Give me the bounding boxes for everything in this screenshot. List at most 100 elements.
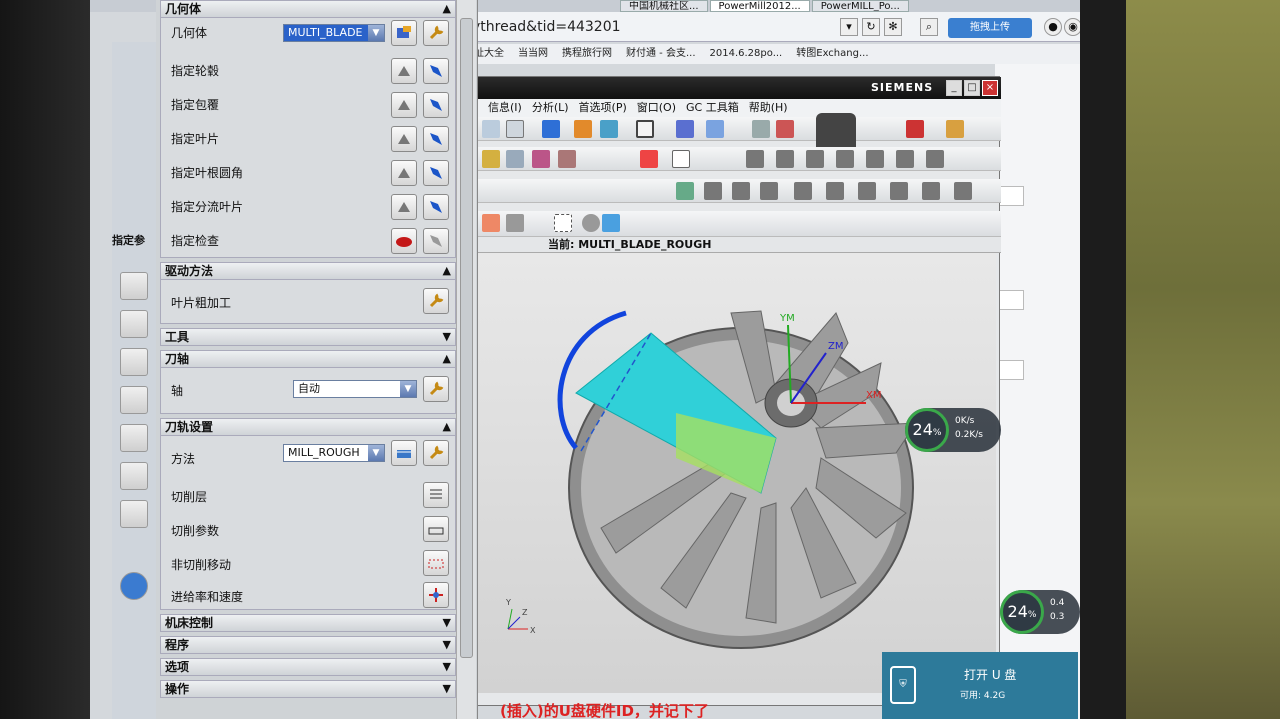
- wrench-icon[interactable]: [423, 440, 449, 466]
- select-arrow-icon[interactable]: [672, 150, 690, 168]
- section-toolpath-header[interactable]: 刀轨设置 ▲: [160, 418, 456, 436]
- bookmark-item[interactable]: 2014.6.28po...: [710, 44, 783, 64]
- section-tool-axis-header[interactable]: 刀轴 ▲: [160, 350, 456, 368]
- section-actions-header[interactable]: 操作 ▼: [160, 680, 456, 698]
- bookmark-item[interactable]: 当当网: [518, 44, 548, 64]
- toolbar-icon[interactable]: [752, 120, 770, 138]
- network-monitor-widget-2[interactable]: 24% 0.4 0.3: [1000, 590, 1080, 634]
- toolbar-icon[interactable]: [706, 120, 724, 138]
- toolbar-icon[interactable]: [532, 150, 550, 168]
- toolbar-icon[interactable]: [482, 120, 500, 138]
- blade-fillet-select-button[interactable]: [391, 160, 417, 186]
- bookmark-item[interactable]: 转图Exchang...: [796, 44, 868, 64]
- axis-select[interactable]: 自动 ▼: [293, 380, 417, 398]
- geometry-select[interactable]: MULTI_BLADE ▼: [283, 24, 385, 42]
- toolbar-icon[interactable]: [836, 150, 854, 168]
- splitter-select-button[interactable]: [391, 194, 417, 220]
- toolbar-icon[interactable]: [906, 120, 924, 138]
- graphics-viewport[interactable]: XM YM ZM X Y Z: [476, 253, 996, 693]
- menu-preferences[interactable]: 首选项(P): [579, 99, 627, 117]
- section-options-header[interactable]: 选项 ▼: [160, 658, 456, 676]
- toolbar-icon[interactable]: [582, 214, 600, 232]
- toolbar-icon[interactable]: [890, 182, 908, 200]
- info-icon[interactable]: [120, 572, 148, 600]
- wrench-icon[interactable]: [423, 20, 449, 46]
- non-cutting-moves-icon[interactable]: [423, 550, 449, 576]
- dialog-scrollbar[interactable]: [456, 0, 476, 719]
- toolbar-icon[interactable]: [926, 150, 944, 168]
- feeds-speeds-icon[interactable]: [423, 582, 449, 608]
- toolbar-icon[interactable]: [776, 120, 794, 138]
- toolbar-icon[interactable]: [558, 150, 576, 168]
- cut-levels-icon[interactable]: [423, 482, 449, 508]
- bookmark-item[interactable]: 址大全: [474, 44, 504, 64]
- dropdown-icon[interactable]: ▾: [840, 18, 858, 36]
- toolbar-icon[interactable]: [732, 182, 750, 200]
- toolbar-icon[interactable]: [574, 120, 592, 138]
- avatar[interactable]: ●: [1044, 18, 1062, 36]
- toolbar-icon[interactable]: [858, 182, 876, 200]
- toolbar-icon[interactable]: [600, 120, 618, 138]
- usb-open-label[interactable]: 打开 U 盘: [964, 666, 1016, 683]
- cube-icon[interactable]: [542, 120, 560, 138]
- resource-icon[interactable]: [120, 424, 148, 452]
- blade-select-button[interactable]: [391, 126, 417, 152]
- view-square-icon[interactable]: [636, 120, 654, 138]
- method-new-button[interactable]: [391, 440, 417, 466]
- section-drive-header[interactable]: 驱动方法 ▲: [160, 262, 456, 280]
- restore-button[interactable]: □: [964, 80, 980, 96]
- toolbar-icon[interactable]: [676, 182, 694, 200]
- resource-icon[interactable]: [120, 272, 148, 300]
- browser-tab-active[interactable]: PowerMill2012...: [709, 0, 810, 12]
- toolbar-icon[interactable]: [506, 120, 524, 138]
- usb-popup[interactable]: ⛨ 打开 U 盘 可用: 4.2G: [882, 652, 1078, 719]
- section-machine-control-header[interactable]: 机床控制 ▼: [160, 614, 456, 632]
- section-tool-header[interactable]: 工具 ▼: [160, 328, 456, 346]
- cutting-params-icon[interactable]: [423, 516, 449, 542]
- flashlight-icon[interactable]: [423, 126, 449, 152]
- menu-analysis[interactable]: 分析(L): [532, 99, 569, 117]
- bookmark-item[interactable]: 财付通 - 会支...: [626, 44, 696, 64]
- browser-tab[interactable]: PowerMILL_Po...: [811, 0, 909, 12]
- method-select[interactable]: MILL_ROUGH ▼: [283, 444, 385, 462]
- close-button[interactable]: ×: [982, 80, 998, 96]
- toolbar-icon[interactable]: [746, 150, 764, 168]
- refresh-icon[interactable]: ↻: [862, 18, 880, 36]
- page-widget[interactable]: [998, 360, 1024, 380]
- scrollbar-thumb[interactable]: [460, 18, 473, 658]
- settings-icon[interactable]: ◉: [1064, 18, 1080, 36]
- toolbar-icon[interactable]: [506, 150, 524, 168]
- minimize-button[interactable]: _: [946, 80, 962, 96]
- flashlight-icon[interactable]: [423, 58, 449, 84]
- toolbar-icon[interactable]: [922, 182, 940, 200]
- toolbar-icon[interactable]: [760, 182, 778, 200]
- toolbar-icon[interactable]: [704, 182, 722, 200]
- flashlight-icon[interactable]: [423, 160, 449, 186]
- resource-icon[interactable]: [120, 386, 148, 414]
- hub-select-button[interactable]: [391, 58, 417, 84]
- toolbar-icon[interactable]: [506, 214, 524, 232]
- network-monitor-widget[interactable]: 24% 0K/s 0.2K/s: [905, 408, 1001, 452]
- browser-tab[interactable]: 中国机械社区...: [620, 0, 708, 12]
- menu-window[interactable]: 窗口(O): [637, 99, 676, 117]
- check-select-button[interactable]: [391, 228, 417, 254]
- toolbar-icon[interactable]: [866, 150, 884, 168]
- toolbar-icon[interactable]: [482, 150, 500, 168]
- resource-icon[interactable]: [120, 462, 148, 490]
- toolbar-icon[interactable]: [806, 150, 824, 168]
- menu-info[interactable]: 信息(I): [488, 99, 522, 117]
- toolbar-icon[interactable]: [676, 120, 694, 138]
- flashlight-icon[interactable]: [423, 92, 449, 118]
- url-field[interactable]: ythread&tid=443201: [470, 18, 790, 36]
- toolbar-icon[interactable]: [482, 214, 500, 232]
- flashlight-icon[interactable]: [423, 194, 449, 220]
- wrench-icon[interactable]: [423, 288, 449, 314]
- shroud-select-button[interactable]: [391, 92, 417, 118]
- resource-icon[interactable]: [120, 348, 148, 376]
- section-program-header[interactable]: 程序 ▼: [160, 636, 456, 654]
- toolbar-icon[interactable]: [776, 150, 794, 168]
- bookmark-item[interactable]: 携程旅行网: [562, 44, 612, 64]
- toolbar-icon[interactable]: [896, 150, 914, 168]
- menu-help[interactable]: 帮助(H): [749, 99, 788, 117]
- toolbar-icon[interactable]: [946, 120, 964, 138]
